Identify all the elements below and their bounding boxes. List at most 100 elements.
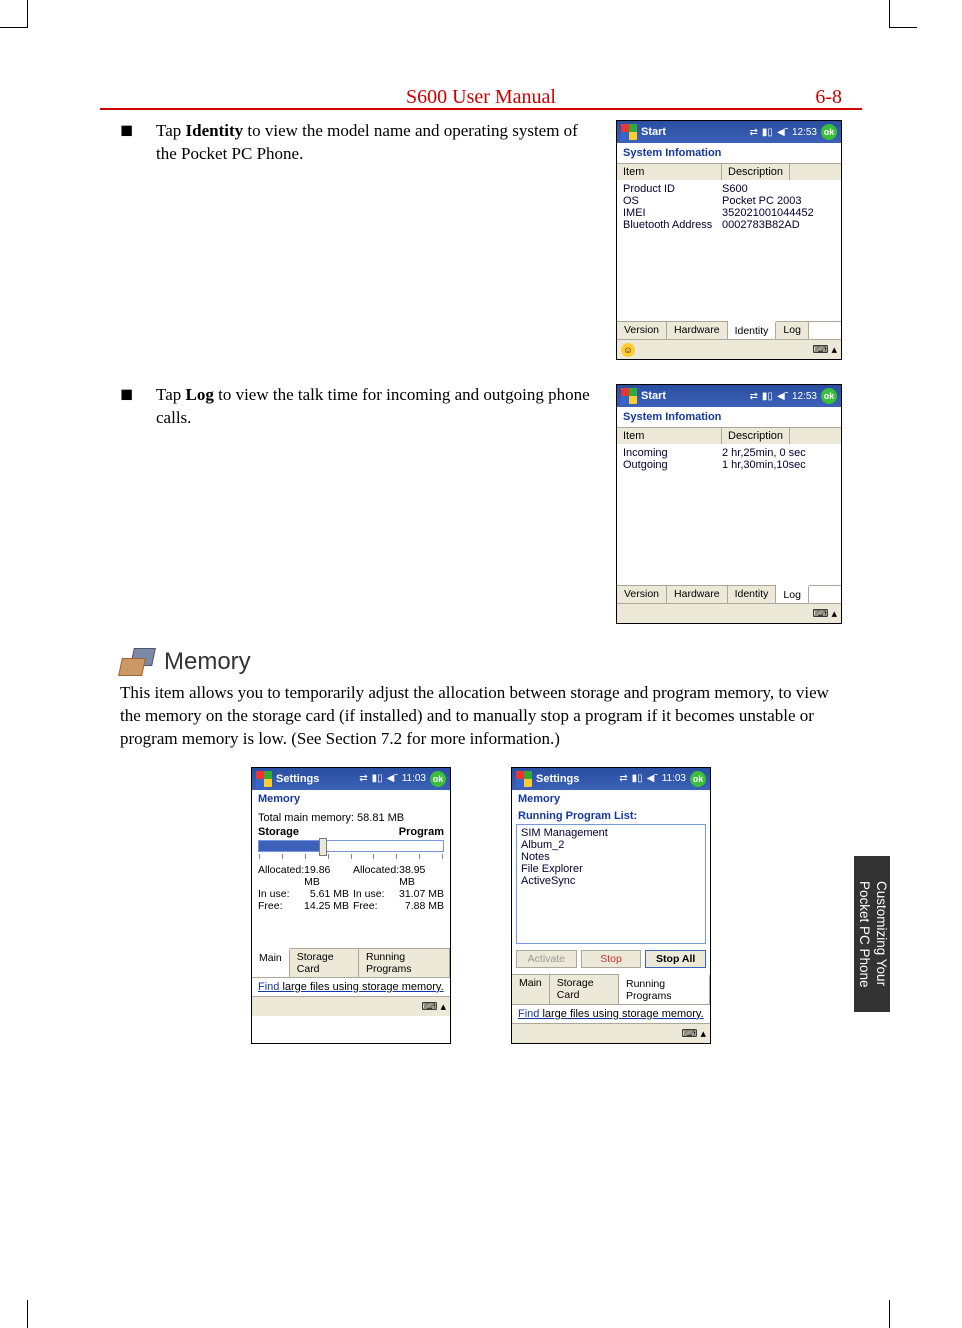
- activate-button[interactable]: Activate: [516, 950, 577, 968]
- running-program-list-label: Running Program List:: [512, 808, 710, 824]
- connectivity-icon[interactable]: ⇄: [750, 391, 758, 402]
- table-row: IMEI352021001044452: [623, 207, 835, 219]
- cell: IMEI: [623, 207, 722, 219]
- speaker-icon[interactable]: ◀῀: [387, 773, 398, 784]
- value: 7.88 MB: [405, 900, 444, 912]
- slider-thumb[interactable]: [319, 838, 327, 856]
- tab-log[interactable]: Log: [776, 322, 809, 339]
- ok-button[interactable]: ok: [430, 771, 446, 787]
- app-title: Memory: [252, 790, 450, 808]
- list-item[interactable]: File Explorer: [521, 863, 701, 875]
- stop-button[interactable]: Stop: [581, 950, 642, 968]
- clock[interactable]: 11:03: [402, 773, 426, 784]
- stop-all-button[interactable]: Stop All: [645, 950, 706, 968]
- tab-version[interactable]: Version: [617, 586, 667, 603]
- sip-keyboard-icon[interactable]: ⌨ ▴: [682, 1027, 706, 1040]
- cell: Incoming: [623, 447, 722, 459]
- col-header-description[interactable]: Description: [722, 164, 790, 180]
- app-title: Memory: [512, 790, 710, 808]
- program-label: Program: [399, 826, 444, 838]
- speaker-icon[interactable]: ◀῀: [647, 773, 658, 784]
- connectivity-icon[interactable]: ⇄: [619, 773, 627, 784]
- signal-icon[interactable]: ▮▯: [762, 391, 773, 402]
- clock[interactable]: 11:03: [662, 773, 686, 784]
- text: Tap: [156, 121, 186, 140]
- list-item[interactable]: Album_2: [521, 839, 701, 851]
- messenger-icon[interactable]: ☺: [621, 343, 635, 357]
- tab-storage-card[interactable]: Storage Card: [550, 975, 619, 1004]
- sip-keyboard-icon[interactable]: ⌨ ▴: [813, 607, 837, 620]
- sip-keyboard-icon[interactable]: ⌨ ▴: [422, 1000, 446, 1013]
- start-flag-icon[interactable]: [256, 771, 272, 787]
- col-header-item[interactable]: Item: [617, 164, 722, 180]
- table-row: OSPocket PC 2003: [623, 195, 835, 207]
- cell: Bluetooth Address: [623, 219, 722, 231]
- start-flag-icon[interactable]: [621, 388, 637, 404]
- step-log: ◼ Tap Log to view the talk time for inco…: [120, 384, 592, 624]
- screenshot-sysinfo-identity: Start ⇄ ▮▯ ◀῀ 12:53 ok System Infomation…: [616, 120, 842, 360]
- tab-identity[interactable]: Identity: [728, 321, 777, 339]
- start-flag-icon[interactable]: [516, 771, 532, 787]
- tab-log[interactable]: Log: [776, 585, 809, 603]
- storage-label: Storage: [258, 826, 299, 838]
- col-header-item[interactable]: Item: [617, 428, 722, 444]
- clock[interactable]: 12:53: [792, 127, 817, 138]
- memory-description: This item allows you to temporarily adju…: [120, 682, 842, 751]
- screenshot-memory-running-programs: Settings ⇄ ▮▯ ◀῀ 11:03 ok Memory Running…: [511, 767, 711, 1044]
- text-bold: Log: [186, 385, 214, 404]
- app-title: System Infomation: [617, 143, 841, 163]
- memory-slider[interactable]: [258, 840, 444, 852]
- cell: Pocket PC 2003: [722, 195, 802, 207]
- titlebar-title[interactable]: Start: [641, 390, 746, 402]
- list-item[interactable]: SIM Management: [521, 827, 701, 839]
- running-program-listbox[interactable]: SIM Management Album_2 Notes File Explor…: [516, 824, 706, 944]
- connectivity-icon[interactable]: ⇄: [750, 127, 758, 138]
- tab-hardware[interactable]: Hardware: [667, 586, 728, 603]
- screenshot-sysinfo-log: Start ⇄ ▮▯ ◀῀ 12:53 ok System Infomation…: [616, 384, 842, 624]
- text: Tap: [156, 385, 186, 404]
- list-item[interactable]: Notes: [521, 851, 701, 863]
- screenshot-memory-main: Settings ⇄ ▮▯ ◀῀ 11:03 ok Memory Total m…: [251, 767, 451, 1044]
- sidetab-line1: Customizing Your: [874, 881, 889, 986]
- tab-storage-card[interactable]: Storage Card: [290, 949, 359, 977]
- titlebar-title[interactable]: Settings: [276, 773, 355, 785]
- find-link[interactable]: Find: [518, 1008, 539, 1020]
- connectivity-icon[interactable]: ⇄: [359, 773, 367, 784]
- speaker-icon[interactable]: ◀῀: [777, 391, 788, 402]
- label: Allocated:: [353, 864, 399, 888]
- ok-button[interactable]: ok: [821, 124, 837, 140]
- signal-icon[interactable]: ▮▯: [372, 773, 383, 784]
- label: Free:: [258, 900, 283, 912]
- titlebar-title[interactable]: Start: [641, 126, 746, 138]
- signal-icon[interactable]: ▮▯: [632, 773, 643, 784]
- bullet-icon: ◼: [120, 384, 156, 624]
- tab-hardware[interactable]: Hardware: [667, 322, 728, 339]
- titlebar-title[interactable]: Settings: [536, 773, 615, 785]
- signal-icon[interactable]: ▮▯: [762, 127, 773, 138]
- speaker-icon[interactable]: ◀῀: [777, 127, 788, 138]
- cell: Outgoing: [623, 459, 722, 471]
- tab-main[interactable]: Main: [512, 975, 550, 1004]
- find-link[interactable]: Find: [258, 981, 279, 993]
- tab-main[interactable]: Main: [252, 948, 290, 977]
- memory-icon: [120, 648, 154, 676]
- tab-version[interactable]: Version: [617, 322, 667, 339]
- tab-running-programs[interactable]: Running Programs: [359, 949, 450, 977]
- value: 19.86 MB: [304, 864, 349, 888]
- start-flag-icon[interactable]: [621, 124, 637, 140]
- table-row: Incoming2 hr,25min, 0 sec: [623, 447, 835, 459]
- value: 14.25 MB: [304, 900, 349, 912]
- value: 31.07 MB: [399, 888, 444, 900]
- tab-running-programs[interactable]: Running Programs: [619, 974, 710, 1004]
- clock[interactable]: 12:53: [792, 391, 817, 402]
- sip-keyboard-icon[interactable]: ⌨ ▴: [813, 343, 837, 356]
- ok-button[interactable]: ok: [821, 388, 837, 404]
- cell: 1 hr,30min,10sec: [722, 459, 806, 471]
- col-header-description[interactable]: Description: [722, 428, 790, 444]
- find-text: large files using storage memory.: [279, 981, 443, 993]
- list-item[interactable]: ActiveSync: [521, 875, 701, 887]
- tab-identity[interactable]: Identity: [728, 586, 777, 603]
- app-title: System Infomation: [617, 407, 841, 427]
- ok-button[interactable]: ok: [690, 771, 706, 787]
- label: In use:: [258, 888, 290, 900]
